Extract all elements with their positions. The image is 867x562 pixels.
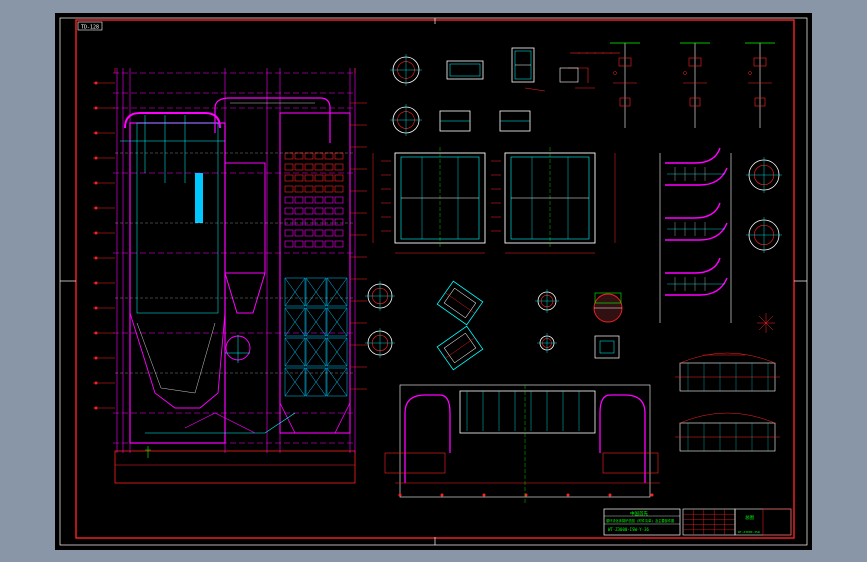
pipe-bend-detail[interactable]	[659, 147, 782, 333]
title-block-right-label: 总图	[745, 514, 754, 521]
title-block-sub2: WT-Z3000-ISW-Y-36	[608, 527, 650, 532]
section-details-top[interactable]	[390, 47, 620, 136]
title-block-title: 中国首先	[630, 510, 648, 517]
frame-sections[interactable]	[372, 147, 616, 254]
drawing-sheet[interactable]: TD-128 中国首先 循环流化床锅炉总图 (附件清单) 及主要部件图 WT-Z…	[55, 13, 812, 550]
lower-structure-elevation[interactable]	[384, 384, 660, 503]
corner-tag: TD-128	[81, 25, 99, 31]
base-frame	[114, 450, 356, 484]
hanger-details[interactable]	[559, 42, 775, 128]
cyclone	[224, 162, 266, 274]
boiler-elevation[interactable]	[93, 68, 367, 484]
title-block[interactable]: 中国首先 循环流化床锅炉总图 (附件清单) 及主要部件图 WT-Z3000-IS…	[603, 508, 792, 536]
beam-detail[interactable]	[675, 352, 780, 452]
title-block-sub1: 循环流化床锅炉总图 (附件清单) 及主要部件图	[606, 518, 674, 523]
cad-drawing: TD-128 中国首先 循环流化床锅炉总图 (附件清单) 及主要部件图 WT-Z…	[59, 17, 808, 546]
backpass	[279, 112, 351, 434]
rotated-part-details[interactable]	[365, 280, 623, 371]
cad-viewport[interactable]: TD-128 中国首先 循环流化床锅炉总图 (附件清单) 及主要部件图 WT-Z…	[0, 0, 867, 562]
inner-frame	[75, 19, 795, 539]
furnace	[129, 122, 226, 444]
title-block-small: WT-Z3000-ISW	[738, 530, 760, 534]
